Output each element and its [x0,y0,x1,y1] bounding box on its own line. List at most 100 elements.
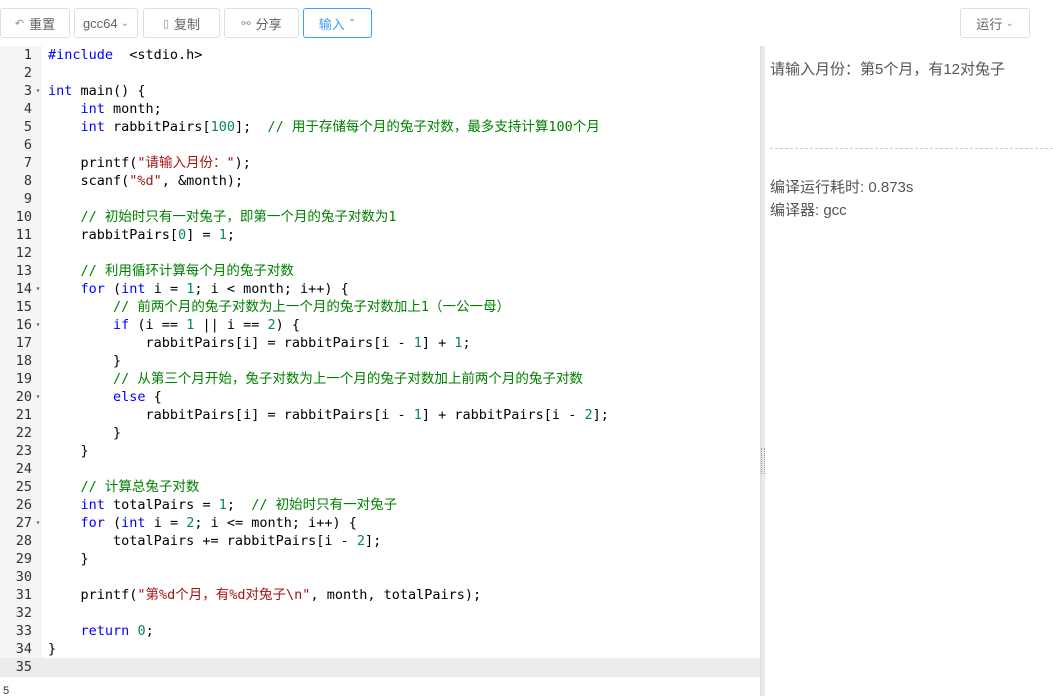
code-line[interactable]: 14 ▾ for (int i = 1; i < month; i++) { [0,280,760,298]
fold-toggle-icon[interactable]: ▾ [33,316,43,334]
code-token: rabbitPairs[i] = rabbitPairs[i - [48,335,414,351]
code-token: totalPairs += rabbitPairs[i - [48,533,357,549]
code-token: ; [226,227,235,243]
code-line[interactable]: 4 int month; [0,100,760,118]
code-text: totalPairs += rabbitPairs[i - 2]; [48,532,381,550]
code-token: ]; [234,119,268,135]
code-token: 1 [218,227,227,243]
code-line[interactable]: 17 rabbitPairs[i] = rabbitPairs[i - 1] +… [0,334,760,352]
line-number: 8 [23,173,32,189]
fold-toggle-icon[interactable]: ▾ [33,388,43,406]
fold-toggle-icon[interactable]: ▾ [33,280,43,298]
code-line[interactable]: 34} [0,640,760,658]
code-text: for (int i = 2; i <= month; i++) { [48,514,357,532]
code-token: (i == [129,317,187,333]
stdin-input[interactable]: 5 [0,676,760,697]
code-line[interactable]: 24 [0,460,760,478]
reset-button[interactable]: ↶ 重置 [0,8,70,38]
code-text: int main() { [48,82,146,100]
code-line[interactable]: 10 // 初始时只有一对兔子，即第一个月的兔子对数为1 [0,208,760,226]
code-token: ]; [365,533,382,549]
code-token: int [121,515,146,531]
code-line[interactable]: 31 printf("第%d个月，有%d对兔子\n", month, total… [0,586,760,604]
code-line[interactable]: 26 int totalPairs = 1; // 初始时只有一对兔子 [0,496,760,514]
code-line[interactable]: 28 totalPairs += rabbitPairs[i - 2]; [0,532,760,550]
code-line[interactable]: 29 } [0,550,760,568]
line-number: 29 [15,551,32,567]
line-number: 17 [15,335,32,351]
line-number: 9 [23,191,32,207]
copy-button[interactable]: ▯ 复制 [143,8,220,38]
code-line[interactable]: 32 [0,604,760,622]
code-line[interactable]: 6 [0,136,760,154]
code-token: 0 [137,623,146,639]
code-token: 0 [178,227,187,243]
code-text: printf("第%d个月，有%d对兔子\n", month, totalPai… [48,586,482,604]
code-editor[interactable]: 1 #include <stdio.h> 2 3 ▾ int main() {4 int … [0,46,760,676]
code-token: 1 [454,335,463,351]
code-token: ; i < month; i++) { [194,281,349,297]
code-line[interactable]: 30 [0,568,760,586]
code-line[interactable]: 35 [0,658,760,676]
code-line[interactable]: 1 #include <stdio.h> [0,46,760,64]
code-token: else [113,389,146,405]
code-line[interactable]: 22 } [0,424,760,442]
line-number: 26 [15,497,32,513]
fold-toggle-icon[interactable]: ▾ [33,82,43,100]
code-line[interactable]: 18 } [0,352,760,370]
code-token: ; [145,623,154,639]
code-token: totalPairs = [104,497,219,513]
code-line[interactable]: 20 ▾ else { [0,388,760,406]
code-line[interactable]: 11 rabbitPairs[0] = 1; [0,226,760,244]
code-line[interactable]: 33 return 0; [0,622,760,640]
code-line[interactable]: 27 ▾ for (int i = 2; i <= month; i++) { [0,514,760,532]
code-text: } [48,442,89,460]
code-token: 2 [356,533,365,549]
line-number: 3 [23,83,32,99]
code-token: rabbitPairs[i] = rabbitPairs[i - [48,407,414,423]
code-line[interactable]: 5 int rabbitPairs[100]; // 用于存储每个月的兔子对数，… [0,118,760,136]
code-text: int rabbitPairs[100]; // 用于存储每个月的兔子对数，最多… [48,118,600,136]
code-line[interactable]: 13 // 利用循环计算每个月的兔子对数 [0,262,760,280]
input-toggle-button[interactable]: 输入 ⌃ [303,8,372,38]
code-token: // 用于存储每个月的兔子对数，最多支持计算100个月 [267,119,600,135]
code-line[interactable]: 12 [0,244,760,262]
code-line[interactable]: 9 [0,190,760,208]
code-line[interactable]: 25 // 计算总兔子对数 [0,478,760,496]
code-line[interactable]: 16 ▾ if (i == 1 || i == 2) { [0,316,760,334]
code-token: ]; [592,407,609,423]
code-text: for (int i = 1; i < month; i++) { [48,280,349,298]
code-token: rabbitPairs[ [48,227,179,243]
code-token: int [121,281,146,297]
code-text: rabbitPairs[i] = rabbitPairs[i - 1] + 1; [48,334,471,352]
code-token: i = [145,515,187,531]
code-text: int month; [48,100,162,118]
run-button[interactable]: 运行 ⌄ [960,8,1030,38]
compiler-select[interactable]: gcc64 ⌄ [74,8,138,38]
code-line[interactable]: 21 rabbitPairs[i] = rabbitPairs[i - 1] +… [0,406,760,424]
code-line[interactable]: 3 ▾ int main() { [0,82,760,100]
code-line[interactable]: 19 // 从第三个月开始，兔子对数为上一个月的兔子对数加上前两个月的兔子对数 [0,370,760,388]
line-number: 32 [15,605,32,621]
link-icon: ⚯ [241,17,251,30]
code-line[interactable]: 2 [0,64,760,82]
share-button[interactable]: ⚯ 分享 [224,8,299,38]
code-token: // 利用循环计算每个月的兔子对数 [80,263,294,279]
code-line[interactable]: 15 // 前两个月的兔子对数为上一个月的兔子对数加上1（一公一母） [0,298,760,316]
code-token: if [113,317,130,333]
line-number: 28 [15,533,32,549]
fold-toggle-icon[interactable]: ▾ [33,514,43,532]
code-text: // 计算总兔子对数 [48,478,200,496]
code-line[interactable]: 7 printf("请输入月份："); [0,154,760,172]
code-text: scanf("%d", &month); [48,172,244,190]
code-line[interactable]: 23 } [0,442,760,460]
code-token: for [80,281,105,297]
code-text: rabbitPairs[i] = rabbitPairs[i - 1] + ra… [48,406,609,424]
code-line[interactable]: 8 scanf("%d", &month); [0,172,760,190]
code-text: // 利用循环计算每个月的兔子对数 [48,262,294,280]
code-token: "第%d个月，有%d对兔子\n" [137,587,311,603]
